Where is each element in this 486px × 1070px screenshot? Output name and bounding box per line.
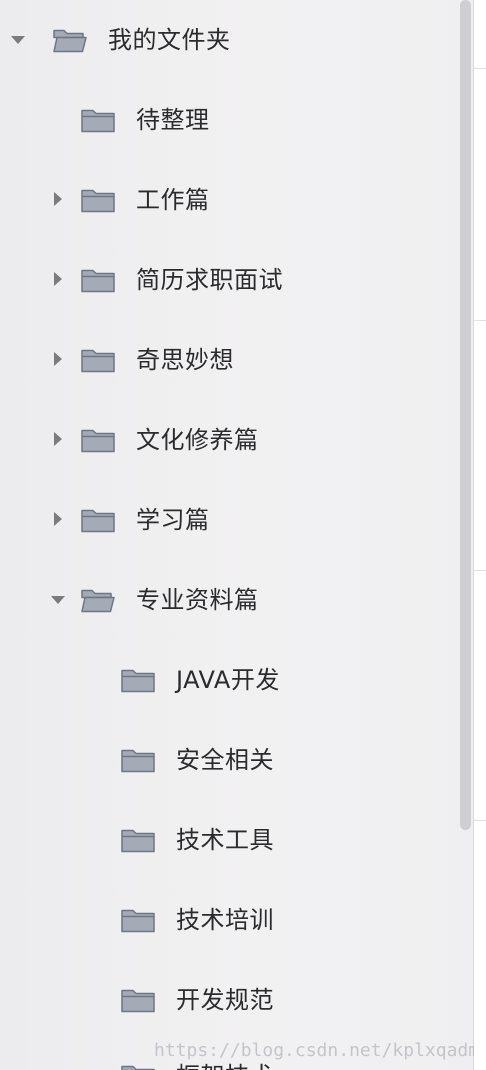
content-pane-edge [473,0,486,1070]
folder-sidebar: 我的文件夹 待整理 工作篇 简历求职面试 奇思妙想 文化修养篇 学习篇 专业资料… [0,0,473,1070]
expand-toggle-icon[interactable] [48,430,68,450]
folder-label: 我的文件夹 [108,26,231,54]
folder-icon [120,665,156,695]
content-divider [474,320,486,321]
folder-icon [120,825,156,855]
expand-toggle-icon[interactable] [48,350,68,370]
folder-row-resume[interactable]: 简历求职面试 [0,240,458,320]
content-divider [474,570,486,571]
folder-label: 技术培训 [176,906,274,934]
folder-icon [80,265,116,295]
folder-row-ideas[interactable]: 奇思妙想 [0,320,458,400]
expand-toggle-icon[interactable] [48,270,68,290]
folder-label: 开发规范 [176,986,274,1014]
sidebar-scrollbar-thumb[interactable] [460,0,471,830]
expand-toggle-icon[interactable] [48,190,68,210]
folder-label: 专业资料篇 [136,586,259,614]
folder-icon [80,505,116,535]
folder-row-security[interactable]: 安全相关 [0,720,458,800]
folder-row-my-folders[interactable]: 我的文件夹 [0,0,458,80]
folder-icon [120,985,156,1015]
folder-row-standards[interactable]: 开发规范 [0,960,458,1040]
folder-label: 奇思妙想 [136,346,234,374]
folder-row-work[interactable]: 工作篇 [0,160,458,240]
folder-row-culture[interactable]: 文化修养篇 [0,400,458,480]
folder-row-study[interactable]: 学习篇 [0,480,458,560]
expand-toggle-icon[interactable] [48,510,68,530]
folder-label: 技术工具 [176,826,274,854]
folder-row-training[interactable]: 技术培训 [0,880,458,960]
folder-label: JAVA开发 [176,666,280,694]
folder-label: 简历求职面试 [136,266,283,294]
folder-row-professional[interactable]: 专业资料篇 [0,560,458,640]
folder-icon [80,425,116,455]
notes-app-window: 我的文件夹 待整理 工作篇 简历求职面试 奇思妙想 文化修养篇 学习篇 专业资料… [0,0,486,1070]
folder-label: 待整理 [136,106,210,134]
folder-label: 文化修养篇 [136,426,259,454]
folder-open-icon [52,25,88,55]
folder-icon [120,745,156,775]
content-divider [474,820,486,821]
content-divider [474,68,486,69]
folder-row-java[interactable]: JAVA开发 [0,640,458,720]
folder-icon [120,905,156,935]
folder-icon [80,345,116,375]
folder-label: 安全相关 [176,746,274,774]
folder-label: 工作篇 [136,186,210,214]
expand-toggle-icon[interactable] [48,590,68,610]
expand-toggle-icon[interactable] [8,30,28,50]
folder-row-to-sort[interactable]: 待整理 [0,80,458,160]
folder-icon [80,105,116,135]
watermark-url: https://blog.csdn.net/kplxqadmin [154,1040,474,1061]
folder-open-icon [80,585,116,615]
folder-row-tools[interactable]: 技术工具 [0,800,458,880]
folder-icon [80,185,116,215]
folder-icon [120,1061,156,1070]
folder-label: 学习篇 [136,506,210,534]
